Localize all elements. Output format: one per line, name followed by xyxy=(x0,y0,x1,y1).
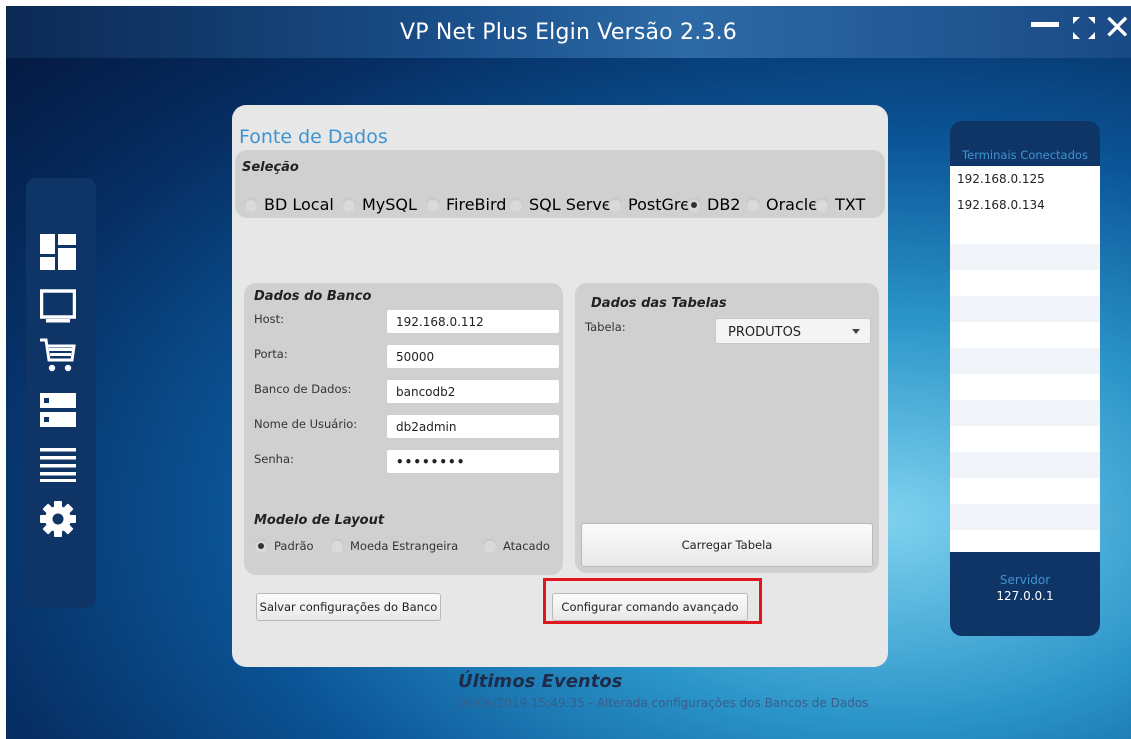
radio-label: Atacado xyxy=(503,539,550,553)
servidor-ip: 127.0.0.1 xyxy=(996,589,1054,603)
porta-input[interactable]: 50000 xyxy=(386,344,560,369)
radio-label: SQL Server xyxy=(529,195,619,214)
close-button[interactable]: ✕ xyxy=(1103,8,1131,48)
host-input[interactable]: 192.168.0.112 xyxy=(386,309,560,334)
dados-do-banco-group: Dados do Banco Host: 192.168.0.112 Porta… xyxy=(244,283,563,575)
event-item: 06/06/2019 15:49:35 - Alterada configura… xyxy=(458,696,869,710)
salvar-configuracoes-button[interactable]: Salvar configurações do Banco xyxy=(256,593,441,621)
cart-icon[interactable] xyxy=(40,338,76,374)
dados-das-tabelas-group: Dados das Tabelas Tabela: PRODUTOS Carre… xyxy=(575,283,879,573)
senha-label: Senha: xyxy=(254,452,294,466)
radio-label: BD Local xyxy=(264,195,334,214)
list-item[interactable]: 192.168.0.125 xyxy=(950,166,1100,192)
list-row-empty xyxy=(950,504,1100,530)
radio-circle xyxy=(483,539,497,553)
radio-circle xyxy=(330,539,344,553)
radio-label: FireBird xyxy=(446,195,507,214)
radio-firebird[interactable]: FireBird xyxy=(426,195,506,214)
servidor-label: Servidor xyxy=(999,573,1051,587)
tabela-label: Tabela: xyxy=(585,320,626,334)
radio-sql-server[interactable]: SQL Server xyxy=(509,195,618,214)
selecao-label: Seleção xyxy=(242,160,299,175)
terminais-list: 192.168.0.125 192.168.0.134 xyxy=(950,166,1100,552)
tabela-select-value: PRODUTOS xyxy=(728,325,802,340)
minimize-button[interactable] xyxy=(1031,22,1059,27)
modelo-de-layout-label: Modelo de Layout xyxy=(254,513,385,528)
dados-das-tabelas-label: Dados das Tabelas xyxy=(591,296,727,311)
porta-label: Porta: xyxy=(254,347,288,361)
dashboard-icon[interactable] xyxy=(40,234,76,270)
radio-db2[interactable]: DB2 xyxy=(687,195,740,214)
dados-do-banco-label: Dados do Banco xyxy=(254,289,372,304)
banco-de-dados-input[interactable]: bancodb2 xyxy=(386,379,560,404)
server-icon[interactable] xyxy=(40,392,76,428)
close-icon: ✕ xyxy=(1103,8,1131,48)
carregar-tabela-button[interactable]: Carregar Tabela xyxy=(581,523,873,567)
radio-moeda-estrangeira[interactable]: Moeda Estrangeira xyxy=(330,539,458,553)
radio-label: MySQL xyxy=(362,195,417,214)
radio-circle xyxy=(244,197,258,212)
tabela-select[interactable]: PRODUTOS xyxy=(715,318,871,344)
banco-de-dados-label: Banco de Dados: xyxy=(254,382,352,396)
radio-postgre[interactable]: PostGre xyxy=(608,195,690,214)
radio-circle-selected xyxy=(687,197,701,212)
radio-circle xyxy=(342,197,356,212)
nome-de-usuario-input[interactable]: db2admin xyxy=(386,414,560,439)
list-item[interactable]: 192.168.0.134 xyxy=(950,192,1100,218)
window-title: VP Net Plus Elgin Versão 2.3.6 xyxy=(399,20,738,45)
radio-circle xyxy=(509,197,523,212)
radio-circle xyxy=(746,197,760,212)
sidebar xyxy=(26,178,96,608)
radio-label: PostGre xyxy=(628,195,690,214)
highlight-box xyxy=(543,578,762,624)
host-label: Host: xyxy=(254,312,285,326)
nome-de-usuario-label: Nome de Usuário: xyxy=(254,417,358,431)
radio-circle xyxy=(608,197,622,212)
radio-atacado[interactable]: Atacado xyxy=(483,539,550,553)
radio-circle-selected xyxy=(254,539,268,553)
radio-circle xyxy=(426,197,440,212)
radio-mysql[interactable]: MySQL xyxy=(342,195,417,214)
list-row-empty xyxy=(950,244,1100,270)
radio-label: TXT xyxy=(835,195,866,214)
radio-label: Oracle xyxy=(766,195,819,214)
radio-label: Padrão xyxy=(274,539,314,553)
list-row-empty xyxy=(950,452,1100,478)
gear-icon[interactable] xyxy=(40,501,76,537)
ultimos-eventos-title: Últimos Eventos xyxy=(458,671,623,692)
list-row-empty xyxy=(950,296,1100,322)
fullscreen-button[interactable] xyxy=(1070,14,1098,42)
terminais-panel: Terminais Conectados 192.168.0.125 192.1… xyxy=(950,121,1100,636)
list-row-empty xyxy=(950,348,1100,374)
radio-label: DB2 xyxy=(707,195,741,214)
monitor-icon[interactable] xyxy=(40,288,76,324)
radio-oracle[interactable]: Oracle xyxy=(746,195,818,214)
fullscreen-icon xyxy=(1073,17,1095,39)
title-bar: VP Net Plus Elgin Versão 2.3.6 ✕ xyxy=(6,6,1131,58)
app-window: VP Net Plus Elgin Versão 2.3.6 ✕ Fonte d… xyxy=(6,6,1131,739)
senha-input[interactable]: •••••••• xyxy=(386,449,560,474)
panel-title: Fonte de Dados xyxy=(239,126,388,148)
radio-padrao[interactable]: Padrão xyxy=(254,539,314,553)
list-icon[interactable] xyxy=(40,446,76,482)
radio-label: Moeda Estrangeira xyxy=(350,539,459,553)
chevron-down-icon xyxy=(852,329,860,334)
radio-bd-local[interactable]: BD Local xyxy=(244,195,334,214)
radio-circle xyxy=(815,197,829,212)
list-row-empty xyxy=(950,400,1100,426)
radio-txt[interactable]: TXT xyxy=(815,195,865,214)
terminais-header: Terminais Conectados xyxy=(962,148,1088,162)
